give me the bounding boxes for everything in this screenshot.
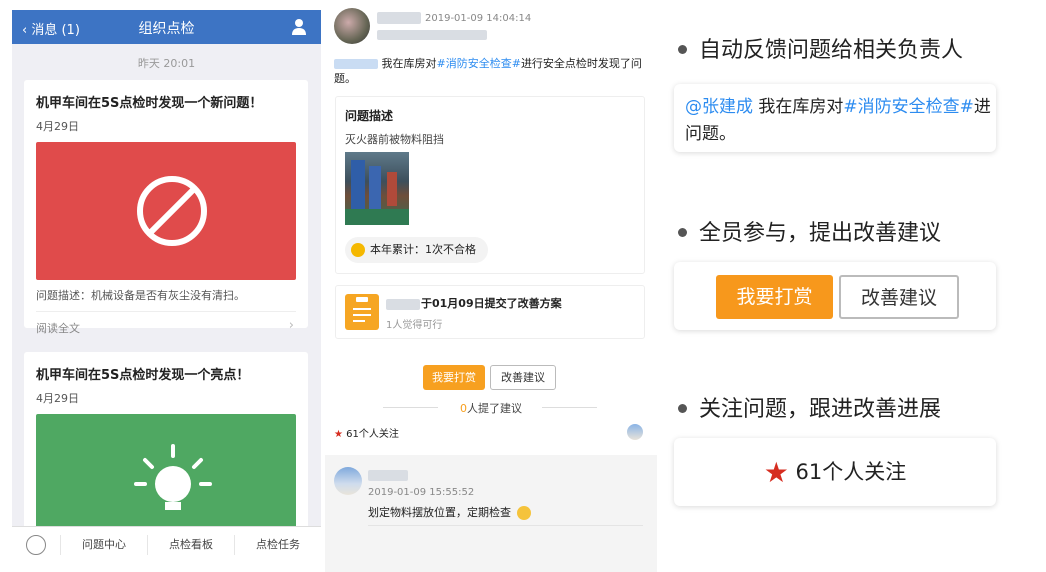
clipboard-icon (345, 294, 379, 330)
blurred-name (386, 298, 420, 310)
blurred-subtitle (377, 30, 487, 40)
blurred-username (377, 12, 421, 24)
problem-box: 问题描述 灭火器前被物料阻挡 本年累计：1次不合格 (335, 96, 645, 274)
improve-suggestion-button[interactable]: 改善建议 (490, 365, 556, 390)
comment-text: 划定物料摆放位置，定期检查 (368, 504, 531, 520)
prohibited-icon (137, 176, 207, 246)
problem-detail-screen: 2019-01-09 14:04:14 我在库房对#消防安全检查#进行安全点检时… (325, 0, 657, 572)
card-banner (36, 142, 296, 280)
read-more-label: 阅读全文 (36, 322, 80, 335)
avatar[interactable] (334, 8, 370, 44)
post-hashtag[interactable]: #消防安全检查# (437, 57, 521, 70)
card-date: 4月29日 (36, 120, 79, 133)
tab-problem-center[interactable]: 问题中心 (60, 535, 147, 555)
mention-link[interactable]: @张建成 (685, 97, 753, 117)
divider (368, 525, 643, 526)
zoom-follow-box[interactable]: ★ 61个人关注 (674, 438, 996, 506)
card-title: 机甲车间在5S点检时发现一个亮点！ (36, 368, 250, 383)
feature-heading: 全员参与，提出改善建议 (676, 215, 941, 247)
avatar[interactable] (334, 467, 362, 495)
comment-item: 2019-01-09 15:55:52 划定物料摆放位置，定期检查 (325, 455, 657, 572)
blurred-username (368, 470, 408, 481)
user-icon[interactable] (291, 18, 307, 36)
suggestion-count: 0人提了建议 (325, 400, 657, 416)
suggest-count-text: 人提了建议 (467, 402, 522, 415)
follow-text: 61个人关注 (795, 460, 907, 484)
comment-body: 划定物料摆放位置，定期检查 (368, 506, 511, 519)
problem-title: 问题描述 (345, 109, 394, 123)
tab-inspection-tasks[interactable]: 点检任务 (234, 535, 321, 555)
feature-heading: 自动反馈问题给相关负责人 (676, 32, 963, 64)
feature-heading-text: 关注问题，跟进改善进展 (699, 397, 942, 422)
avatar[interactable] (627, 424, 643, 440)
follow-text: 61个人关注 (346, 429, 399, 440)
lightbulb-icon (134, 444, 212, 510)
yearly-stat-pill: 本年累计：1次不合格 (345, 237, 488, 263)
star-icon: ★ (334, 429, 343, 440)
feature-heading-text: 全员参与，提出改善建议 (699, 221, 942, 246)
chevron-right-icon: › (288, 318, 294, 333)
problem-description: 灭火器前被物料阻挡 (345, 133, 444, 146)
post-timestamp: 2019-01-09 14:04:14 (425, 13, 532, 24)
org-inspection-screen: ‹ 消息 (1) 组织点检 昨天 20:01 机甲车间在5S点检时发现一个新问题… (12, 10, 321, 563)
zoom-hashtag[interactable]: #消防安全检查# (843, 97, 974, 117)
message-card[interactable]: 机甲车间在5S点检时发现一个新问题！ 4月29日 问题描述：机械设备是否有灰尘没… (24, 80, 308, 335)
problem-photo[interactable] (345, 152, 409, 225)
comment-time: 2019-01-09 15:55:52 (368, 487, 475, 498)
tab-inspection-board[interactable]: 点检看板 (147, 535, 234, 555)
blurred-mention (334, 59, 378, 69)
zoom-post-box: @张建成 我在库房对#消防安全检查#进 问题。 (674, 84, 996, 152)
emoji-icon (516, 506, 531, 520)
bottom-tab-bar: 问题中心 点检看板 点检任务 (12, 526, 321, 563)
post-text: 我在库房对#消防安全检查#进行安全点检时发现了问题。 (334, 56, 654, 86)
keyboard-toggle[interactable] (12, 535, 60, 555)
card-description: 问题描述：机械设备是否有灰尘没有清扫。 (36, 289, 245, 302)
zoom-tag-tail: 进 (973, 97, 991, 117)
zoom-button-box: 我要打赏 改善建议 (674, 262, 996, 330)
message-time: 昨天 20:01 (137, 57, 196, 70)
user-badge-icon (351, 243, 365, 257)
zoom-text-b: 问题。 (685, 124, 736, 144)
keyboard-icon (26, 535, 46, 555)
star-icon: ★ (763, 456, 789, 489)
suggestion-title: 于01月09日提交了改善方案 (386, 295, 562, 311)
follow-count[interactable]: ★ 61个人关注 (334, 425, 399, 440)
post-text-a: 我在库房对 (378, 57, 437, 70)
card-date: 4月29日 (36, 392, 79, 405)
zoom-follow-count: ★ 61个人关注 (674, 456, 996, 489)
feature-heading: 关注问题，跟进改善进展 (676, 391, 941, 423)
bullet-icon (678, 403, 687, 413)
bullet-icon (678, 44, 687, 54)
suggest-count-number: 0 (460, 402, 467, 415)
divider (542, 407, 597, 408)
reward-button[interactable]: 我要打赏 (716, 275, 833, 319)
suggestion-box[interactable]: 于01月09日提交了改善方案 1人觉得可行 (335, 285, 645, 339)
read-more-link[interactable]: 阅读全文 › (36, 311, 296, 346)
zoom-text-a: 我在库房对 (753, 97, 844, 117)
nav-bar: ‹ 消息 (1) 组织点检 (12, 10, 321, 44)
feature-heading-text: 自动反馈问题给相关负责人 (699, 38, 964, 63)
reward-button[interactable]: 我要打赏 (423, 365, 485, 390)
yearly-stat-text: 本年累计：1次不合格 (370, 243, 476, 256)
improve-suggestion-button[interactable]: 改善建议 (839, 275, 959, 319)
zoom-post-text: @张建成 我在库房对#消防安全检查#进 问题。 (685, 94, 991, 148)
card-title: 机甲车间在5S点检时发现一个新问题！ (36, 96, 263, 111)
bullet-icon (678, 227, 687, 237)
suggestion-subtitle: 1人觉得可行 (386, 320, 443, 331)
page-title: 组织点检 (138, 21, 195, 37)
suggestion-title-text: 于01月09日提交了改善方案 (421, 297, 562, 310)
